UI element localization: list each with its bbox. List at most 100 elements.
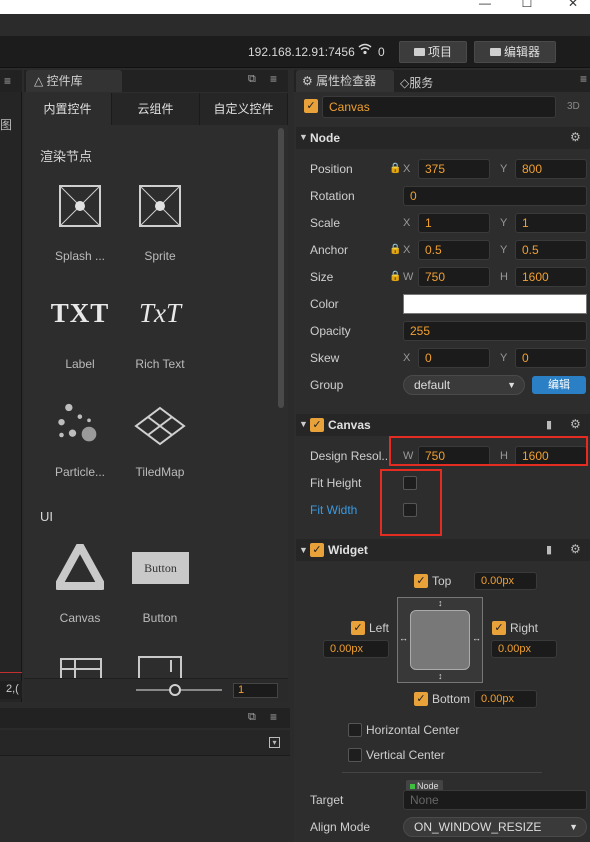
size-width-input[interactable]: 750 <box>418 267 490 287</box>
align-mode-select[interactable]: ON_WINDOW_RESIZE ▼ <box>403 817 587 837</box>
axis-line <box>0 672 22 673</box>
library-item-button[interactable]: Button Button <box>120 540 200 630</box>
layout-icon[interactable] <box>60 658 102 678</box>
position-y-input[interactable]: 800 <box>515 159 587 179</box>
node-active-checkbox[interactable]: ✓ <box>304 99 318 113</box>
book-icon[interactable]: ▮ <box>546 418 552 431</box>
bottom-panel-tabbar <box>0 708 290 728</box>
gear-icon[interactable]: ⚙ <box>570 130 581 144</box>
tab-builtin-controls[interactable]: 内置控件 <box>24 93 112 125</box>
axis-y-label: Y <box>500 217 508 229</box>
widget-top-input[interactable]: 0.00px <box>474 572 537 590</box>
triangle-icon: △ <box>34 74 44 88</box>
node-section-title: Node <box>310 131 340 145</box>
widget-top-label: Top <box>432 574 452 588</box>
node-section-header[interactable] <box>296 127 590 149</box>
widget-section-title: Widget <box>328 543 368 557</box>
3d-toggle[interactable]: 3D <box>567 101 580 112</box>
color-label: Color <box>310 297 339 311</box>
canvas-enabled-checkbox[interactable]: ✓ <box>310 418 324 432</box>
axis-y-label: Y <box>500 244 508 256</box>
popout-icon[interactable]: ⧉ <box>248 711 256 724</box>
skew-x-input[interactable]: 0 <box>418 348 490 368</box>
project-button[interactable]: 项目 <box>399 41 467 63</box>
widget-enabled-checkbox[interactable]: ✓ <box>310 543 324 557</box>
anchor-label: Anchor <box>310 243 349 257</box>
lock-icon[interactable]: 🔒 <box>389 244 401 255</box>
anchor-x-input[interactable]: 0.5 <box>418 240 490 260</box>
horizontal-center-checkbox[interactable] <box>348 723 362 737</box>
opacity-input[interactable]: 255 <box>403 321 587 341</box>
tab-custom-controls[interactable]: 自定义控件 <box>200 93 288 125</box>
menu-icon[interactable]: ≡ <box>4 74 11 88</box>
widget-left-input[interactable]: 0.00px <box>323 640 389 658</box>
color-swatch[interactable] <box>403 294 587 314</box>
anchor-y-input[interactable]: 0.5 <box>515 240 587 260</box>
skew-y-input[interactable]: 0 <box>515 348 587 368</box>
node-name-input[interactable]: Canvas <box>322 96 556 118</box>
minimize-icon[interactable]: — <box>478 0 492 11</box>
scale-x-input[interactable]: 1 <box>418 213 490 233</box>
tab-service[interactable]: ◇服务 <box>400 74 433 91</box>
library-item-sprite[interactable]: Sprite <box>120 178 200 268</box>
scale-y-input[interactable]: 1 <box>515 213 587 233</box>
editor-button[interactable]: 编辑器 <box>474 41 556 63</box>
popout-icon[interactable]: ⧉ <box>248 73 256 86</box>
canvas-icon <box>56 544 104 590</box>
library-item-canvas[interactable]: Canvas <box>40 540 120 630</box>
target-input[interactable]: None <box>403 790 587 810</box>
sprite-icon <box>139 185 181 227</box>
maximize-icon[interactable]: ☐ <box>520 0 534 11</box>
axis-x-label: X <box>403 217 411 229</box>
scale-label: Scale <box>310 216 341 230</box>
zoom-slider-handle[interactable] <box>169 684 181 696</box>
widget-bottom-input[interactable]: 0.00px <box>474 690 537 708</box>
collapse-arrow-icon: ▼ <box>299 132 308 142</box>
menu-icon[interactable]: ≡ <box>580 72 587 86</box>
size-height-input[interactable]: 1600 <box>515 267 587 287</box>
connection-count: 0 <box>378 45 385 59</box>
tab-cloud-components[interactable]: 云组件 <box>112 93 200 125</box>
group-select[interactable]: default ▼ <box>403 375 525 395</box>
particle-icon <box>58 403 97 442</box>
widget-right-label: Right <box>510 621 539 635</box>
fit-height-label: Fit Height <box>310 476 362 490</box>
window-titlebar <box>0 0 590 14</box>
position-x-input[interactable]: 375 <box>418 159 490 179</box>
scrollview-icon[interactable] <box>138 656 182 678</box>
library-item-label[interactable]: TXT Label <box>40 290 120 376</box>
library-item-splash[interactable]: Splash ... <box>40 178 120 268</box>
vertical-center-checkbox[interactable] <box>348 748 362 762</box>
menu-icon[interactable]: ≡ <box>270 72 277 86</box>
lock-icon[interactable]: 🔒 <box>389 271 401 282</box>
zoom-value-input[interactable]: 1 <box>233 683 278 698</box>
library-item-particle[interactable]: Particle... <box>40 396 120 482</box>
tab-component-library[interactable]: △ 控件库 <box>26 70 122 92</box>
close-icon[interactable]: ✕ <box>566 0 580 11</box>
widget-bottom-checkbox[interactable]: ✓ <box>414 692 428 706</box>
widget-right-checkbox[interactable]: ✓ <box>492 621 506 635</box>
widget-left-checkbox[interactable]: ✓ <box>351 621 365 635</box>
group-edit-button[interactable]: 编辑 <box>532 376 586 394</box>
axis-w-label: W <box>403 271 414 283</box>
library-scrollbar[interactable] <box>278 128 284 408</box>
book-icon[interactable]: ▮ <box>546 543 552 556</box>
collapse-icon[interactable]: ▾ <box>269 737 280 748</box>
axis-x-label: X <box>403 244 411 256</box>
widget-top-checkbox[interactable]: ✓ <box>414 574 428 588</box>
gear-icon[interactable]: ⚙ <box>570 417 581 431</box>
vertical-center-label: Vertical Center <box>366 748 445 762</box>
design-resolution-label: Design Resol... <box>310 449 392 463</box>
library-item-richtext[interactable]: TxT Rich Text <box>120 290 200 376</box>
rotation-input[interactable]: 0 <box>403 186 587 206</box>
label-icon: TXT <box>50 298 110 328</box>
tab-property-inspector[interactable]: ⚙ 属性检查器 <box>296 70 394 92</box>
gear-icon: ⚙ <box>302 74 313 88</box>
lock-icon[interactable]: 🔒 <box>389 163 401 174</box>
library-item-tiledmap[interactable]: TiledMap <box>120 396 200 482</box>
widget-alignment-diagram[interactable]: ↕ ↕ ↔ ↔ <box>397 597 483 683</box>
menu-icon[interactable]: ≡ <box>270 710 277 724</box>
diamond-icon: ◇ <box>400 76 410 90</box>
widget-right-input[interactable]: 0.00px <box>491 640 557 658</box>
gear-icon[interactable]: ⚙ <box>570 542 581 556</box>
